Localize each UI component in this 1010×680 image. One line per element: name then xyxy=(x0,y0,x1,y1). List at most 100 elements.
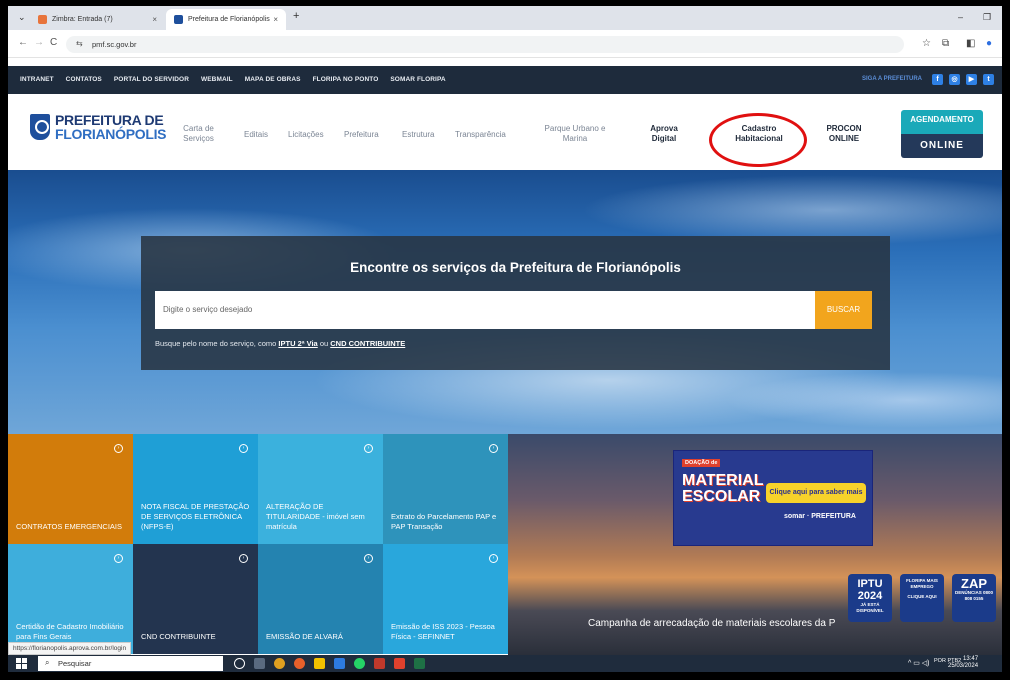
tile-contratos[interactable]: › CONTRATOS EMERGENCIAIS xyxy=(8,434,133,544)
firefox-icon[interactable] xyxy=(294,658,305,669)
tile-label: Emissão de ISS 2023 - Pessoa Física - SE… xyxy=(391,622,495,641)
search-button[interactable]: BUSCAR xyxy=(815,291,872,329)
nav-link-webmail[interactable]: WEBMAIL xyxy=(201,76,233,83)
utility-links: INTRANET CONTATOS PORTAL DO SERVIDOR WEB… xyxy=(20,76,446,83)
zap-subtitle: DENÚNCIAS 0800 808 0155 xyxy=(954,590,993,601)
hero-banner: Encontre os serviços da Prefeitura de Fl… xyxy=(8,170,1002,434)
highlight-circle xyxy=(709,113,807,167)
taskbar-search[interactable]: ⌕ Pesquisar xyxy=(38,656,223,671)
tile-extrato[interactable]: › Extrato do Parcelamento PAP e PAP Tran… xyxy=(383,434,508,544)
arrow-circle-icon: › xyxy=(239,444,248,453)
twitter-icon[interactable]: t xyxy=(983,74,994,85)
minimize-button[interactable]: – xyxy=(958,12,963,22)
powerpoint-icon[interactable] xyxy=(394,658,405,669)
arrow-circle-icon: › xyxy=(114,444,123,453)
nav-parque-urbano[interactable]: Parque Urbano e Marina xyxy=(536,124,614,144)
tile-label: ALTERAÇÃO DE TITULARIDADE - imóvel sem m… xyxy=(266,502,365,531)
nav-prefeitura[interactable]: Prefeitura xyxy=(344,130,379,140)
nav-editais[interactable]: Editais xyxy=(244,130,268,140)
tile-alvara[interactable]: › EMISSÃO DE ALVARÁ xyxy=(258,544,383,654)
nav-estrutura[interactable]: Estrutura xyxy=(402,130,434,140)
clock-date: 25/03/2024 xyxy=(948,663,979,669)
tab-zimbra[interactable]: Zimbra: Entrada (7) × xyxy=(30,9,165,30)
nav-transparencia[interactable]: Transparência xyxy=(455,130,506,140)
extensions-icon[interactable]: ⧉ xyxy=(942,38,949,49)
tile-cnd[interactable]: › CND CONTRIBUINTE xyxy=(133,544,258,654)
nav-licitacoes[interactable]: Licitações xyxy=(288,130,324,140)
hint-link-iptu[interactable]: IPTU 2ª Via xyxy=(278,339,317,348)
tile-label: EMISSÃO DE ALVARÁ xyxy=(266,632,343,641)
agendamento-online-button[interactable]: AGENDAMENTO ONLINE xyxy=(901,110,983,162)
youtube-icon[interactable]: ▶ xyxy=(966,74,977,85)
material-escolar-banner[interactable]: DOAÇÃO de MATERIAL ESCOLAR Clique aqui p… xyxy=(673,450,873,546)
tab-prefeitura[interactable]: Prefeitura de Florianópolis × xyxy=(166,9,286,30)
iptu-subtitle: JÁ ESTÁ DISPONÍVEL xyxy=(856,602,884,613)
tab-search-icon[interactable]: ⌄ xyxy=(18,12,26,23)
tab-strip: ⌄ Zimbra: Entrada (7) × Prefeitura de Fl… xyxy=(8,6,1002,30)
banner-cta[interactable]: Clique aqui para saber mais xyxy=(766,483,866,503)
hint-link-cnd[interactable]: CND CONTRIBUINTE xyxy=(330,339,405,348)
whatsapp-icon[interactable] xyxy=(354,658,365,669)
online-label: ONLINE xyxy=(901,134,983,158)
nav-link-contatos[interactable]: CONTATOS xyxy=(66,76,102,83)
tile-label: CND CONTRIBUINTE xyxy=(141,632,216,641)
nav-carta-servicos[interactable]: Carta de Serviços xyxy=(176,124,221,144)
tile-alteracao[interactable]: › ALTERAÇÃO DE TITULARIDADE - imóvel sem… xyxy=(258,434,383,544)
url-field[interactable]: ⇆ pmf.sc.gov.br xyxy=(66,36,904,53)
nav-link-somar-floripa[interactable]: SOMAR FLORIPA xyxy=(390,76,445,83)
tile-iss[interactable]: › Emissão de ISS 2023 - Pessoa Física - … xyxy=(383,544,508,654)
store-icon[interactable] xyxy=(334,658,345,669)
tile-label: NOTA FISCAL DE PRESTAÇÃO DE SERVIÇOS ELE… xyxy=(141,502,250,531)
banner-title: MATERIAL ESCOLAR xyxy=(682,473,763,505)
zap-denuncias-badge[interactable]: ZAP DENÚNCIAS 0800 808 0155 xyxy=(952,574,996,622)
search-input[interactable]: Digite o serviço desejado xyxy=(155,291,815,329)
close-tab-icon[interactable]: × xyxy=(152,15,157,24)
new-tab-button[interactable]: + xyxy=(293,10,299,22)
nav-procon-online[interactable]: PROCON ONLINE xyxy=(820,124,868,144)
forward-button[interactable]: → xyxy=(34,37,44,48)
carousel-caption[interactable]: Campanha de arrecadação de materiais esc… xyxy=(588,618,835,629)
facebook-icon[interactable]: f xyxy=(932,74,943,85)
file-explorer-icon[interactable] xyxy=(314,658,325,669)
taskbar-clock[interactable]: 13:47 25/03/2024 xyxy=(948,656,978,670)
site-info-icon[interactable]: ⇆ xyxy=(76,39,83,48)
nav-link-floripa-ponto[interactable]: FLORIPA NO PONTO xyxy=(313,76,379,83)
windows-taskbar: ⌕ Pesquisar ^ ▭ ◁) POR PTB2 13:47 25/03/… xyxy=(8,655,1002,672)
close-tab-icon[interactable]: × xyxy=(273,15,278,24)
chrome-icon[interactable] xyxy=(274,658,285,669)
maximize-button[interactable]: ❐ xyxy=(983,12,991,23)
nav-link-portal-servidor[interactable]: PORTAL DO SERVIDOR xyxy=(114,76,189,83)
tile-nota-fiscal[interactable]: › NOTA FISCAL DE PRESTAÇÃO DE SERVIÇOS E… xyxy=(133,434,258,544)
banner-doacao: DOAÇÃO de xyxy=(682,459,721,467)
nav-aprova-digital[interactable]: Aprova Digital xyxy=(644,124,684,144)
system-tray-icons[interactable]: ^ ▭ ◁) xyxy=(908,659,930,667)
excel-icon[interactable] xyxy=(414,658,425,669)
back-button[interactable]: ← xyxy=(18,37,28,48)
agendamento-label: AGENDAMENTO xyxy=(901,110,983,134)
instagram-icon[interactable]: ◎ xyxy=(949,74,960,85)
zimbra-favicon-icon xyxy=(38,15,47,24)
iptu-title: IPTU 2024 xyxy=(857,578,883,602)
side-panel-icon[interactable]: ◧ xyxy=(966,38,975,49)
reload-button[interactable]: C xyxy=(50,37,57,48)
profile-icon[interactable]: ● xyxy=(986,38,992,49)
site-header: PREFEITURA DE FLORIANÓPOLIS Carta de Ser… xyxy=(8,94,1002,170)
tile-certidao[interactable]: › Certidão de Cadastro Imobiliário para … xyxy=(8,544,133,654)
address-bar-row: ← → C ⇆ pmf.sc.gov.br ☆ ⧉ ◧ ● xyxy=(8,30,1002,58)
tile-label: Certidão de Cadastro Imobiliário para Fi… xyxy=(16,622,124,641)
prefeitura-logo[interactable]: PREFEITURA DE FLORIANÓPOLIS xyxy=(30,113,167,141)
banner-title-line2: ESCOLAR xyxy=(682,488,761,505)
tile-label: CONTRATOS EMERGENCIAIS xyxy=(16,522,122,531)
windows-start-icon[interactable] xyxy=(16,658,27,669)
floripa-emprego-badge[interactable]: FLORIPA MAIS EMPREGO CLIQUE AQUI xyxy=(900,574,944,622)
bookmark-star-icon[interactable]: ☆ xyxy=(922,38,931,49)
nav-link-intranet[interactable]: INTRANET xyxy=(20,76,54,83)
pdf-reader-icon[interactable] xyxy=(374,658,385,669)
nav-link-mapa-obras[interactable]: MAPA DE OBRAS xyxy=(245,76,301,83)
arrow-circle-icon: › xyxy=(364,554,373,563)
hint-mid: ou xyxy=(317,339,331,348)
iptu-badge[interactable]: IPTU 2024 JÁ ESTÁ DISPONÍVEL xyxy=(848,574,892,622)
cortana-icon[interactable] xyxy=(234,658,245,669)
task-view-icon[interactable] xyxy=(254,658,265,669)
floripa-title: FLORIPA MAIS EMPREGO xyxy=(906,578,938,589)
